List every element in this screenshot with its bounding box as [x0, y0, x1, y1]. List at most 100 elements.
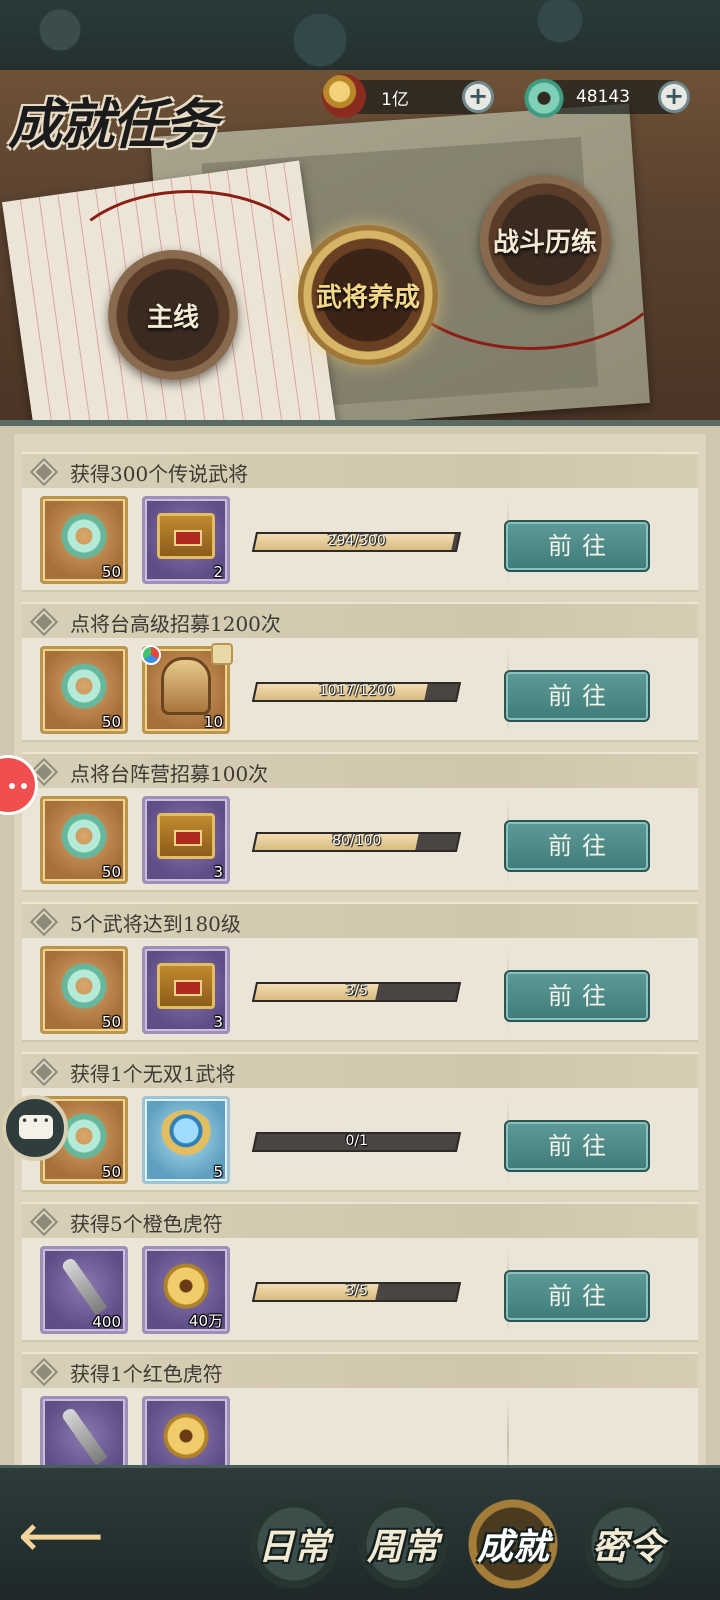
progress-label: 294/300 [327, 533, 386, 549]
task-list-panel[interactable]: 获得300个传说武将 50 2 294/300 前往 点将台高级招募1200次 50 10 10… [0, 420, 720, 1465]
reward-item[interactable]: 2 [142, 496, 230, 584]
progress-label: 1017/1200 [318, 683, 395, 699]
reward-count: 50 [101, 1163, 121, 1181]
task-title: 点将台阵营招募100次 [70, 762, 269, 786]
reward-item[interactable]: 400 [40, 1246, 128, 1334]
diamond-bullet-icon [29, 907, 59, 937]
progress-bar: 3/5 [251, 982, 462, 1002]
currency-jade-value: 48143 [575, 87, 631, 107]
task-title: 获得1个红色虎符 [70, 1362, 223, 1386]
jade-icon [58, 809, 110, 862]
reward-item[interactable]: 40万 [142, 1246, 230, 1334]
progress-bar: 1017/1200 [251, 682, 462, 702]
page-title: 成就任务 [8, 92, 218, 156]
top-decor-bar [0, 0, 720, 70]
currency-coin-value: 1亿 [381, 89, 409, 110]
reward-count: 50 [101, 1013, 121, 1031]
task-header: 点将台阵营招募100次 [22, 752, 698, 788]
task-header: 获得300个传说武将 [22, 452, 698, 488]
dagger-icon [60, 1256, 108, 1316]
task-header: 5个武将达到180级 [22, 902, 698, 938]
category-battle-training[interactable]: 战斗历练 [480, 175, 610, 305]
task-title: 获得1个无双1武将 [70, 1062, 236, 1086]
tab-achievement[interactable]: 成就 [465, 1496, 561, 1592]
jade-icon [58, 659, 110, 712]
treasure-chest-icon [157, 962, 215, 1009]
tab-daily[interactable]: 日常 [246, 1496, 342, 1592]
task-header: 获得5个橙色虎符 [22, 1202, 698, 1238]
reward-item[interactable]: 3 [142, 796, 230, 884]
reward-item[interactable] [40, 1396, 128, 1465]
achievement-screen: 成就任务 1亿 + 48143 + 主线 武将养成 战斗历练 获得300个传说武… [0, 0, 720, 1600]
task-card: 获得300个传说武将 50 2 294/300 前往 [22, 452, 698, 592]
reward-count: 5 [213, 1163, 223, 1181]
diamond-bullet-icon [29, 607, 59, 637]
go-button[interactable]: 前往 [504, 820, 650, 872]
task-divider [507, 1400, 509, 1465]
reward-item[interactable]: 5 [142, 1096, 230, 1184]
crown-icon [158, 1109, 214, 1162]
reward-item[interactable]: 50 [40, 796, 128, 884]
task-title: 获得300个传说武将 [70, 462, 249, 486]
back-arrow-icon[interactable]: ⟵ [18, 1506, 128, 1566]
task-card: 获得5个橙色虎符 400 40万 3/5 前往 [22, 1202, 698, 1342]
progress-bar: 0/1 [251, 1132, 462, 1152]
task-title: 点将台高级招募1200次 [70, 612, 281, 636]
puzzle-piece-icon [211, 643, 233, 665]
progress-label: 3/5 [345, 1283, 368, 1299]
dagger-icon [60, 1406, 108, 1465]
reward-count: 50 [101, 863, 121, 881]
tab-weekly[interactable]: 周常 [355, 1496, 451, 1592]
progress-label: 3/5 [345, 983, 368, 999]
task-card: 点将台高级招募1200次 50 10 1017/1200 前往 [22, 602, 698, 742]
task-card: 点将台阵营招募100次 50 3 80/100 前往 [22, 752, 698, 892]
chat-button[interactable] [2, 1095, 68, 1161]
add-coin-button[interactable]: + [462, 81, 494, 113]
task-header: 点将台高级招募1200次 [22, 602, 698, 638]
treasure-chest-icon [157, 512, 215, 559]
task-title: 获得5个橙色虎符 [70, 1212, 223, 1236]
currency-jade: 48143 + [522, 74, 690, 118]
diamond-bullet-icon [29, 457, 59, 487]
progress-bar: 294/300 [251, 532, 462, 552]
diamond-bullet-icon [29, 1357, 59, 1387]
go-button[interactable]: 前往 [504, 670, 650, 722]
reward-count: 10 [203, 713, 223, 731]
diamond-bullet-icon [29, 1057, 59, 1087]
category-main[interactable]: 主线 [108, 250, 238, 380]
reward-count: 400 [92, 1313, 121, 1331]
faction-badge-icon [141, 645, 161, 665]
task-header: 获得1个红色虎符 [22, 1352, 698, 1388]
reward-count: 40万 [188, 1312, 223, 1330]
task-card: 获得1个红色虎符 [22, 1352, 698, 1465]
progress-label: 80/100 [332, 833, 382, 849]
diamond-bullet-icon [29, 1207, 59, 1237]
jade-icon [58, 509, 110, 562]
reward-item[interactable]: 50 [40, 496, 128, 584]
reward-item[interactable] [142, 1396, 230, 1465]
reward-count: 3 [213, 863, 223, 881]
task-card: 获得1个无双1武将 50 5 0/1 前往 [22, 1052, 698, 1192]
reward-count: 2 [213, 563, 223, 581]
progress-label: 0/1 [345, 1133, 368, 1149]
helmet-fragment-icon [161, 656, 211, 715]
reward-item[interactable]: 50 [40, 946, 128, 1034]
go-button[interactable]: 前往 [504, 970, 650, 1022]
tab-secret-order[interactable]: 密令 [580, 1496, 676, 1592]
go-button[interactable]: 前往 [504, 520, 650, 572]
reward-item[interactable]: 3 [142, 946, 230, 1034]
reward-count: 50 [101, 713, 121, 731]
copper-coin-icon [159, 1408, 213, 1463]
task-title: 5个武将达到180级 [70, 912, 241, 936]
go-button[interactable]: 前往 [504, 1120, 650, 1172]
jade-icon [58, 959, 110, 1012]
add-jade-button[interactable]: + [658, 81, 690, 113]
copper-coin-icon [159, 1258, 213, 1313]
reward-item[interactable]: 50 [40, 646, 128, 734]
reward-item[interactable]: 10 [141, 643, 233, 734]
category-general-training[interactable]: 武将养成 [298, 225, 438, 365]
progress-bar: 3/5 [251, 1282, 462, 1302]
go-button[interactable]: 前往 [504, 1270, 650, 1322]
task-card: 5个武将达到180级 50 3 3/5 前往 [22, 902, 698, 1042]
progress-bar: 80/100 [251, 832, 462, 852]
